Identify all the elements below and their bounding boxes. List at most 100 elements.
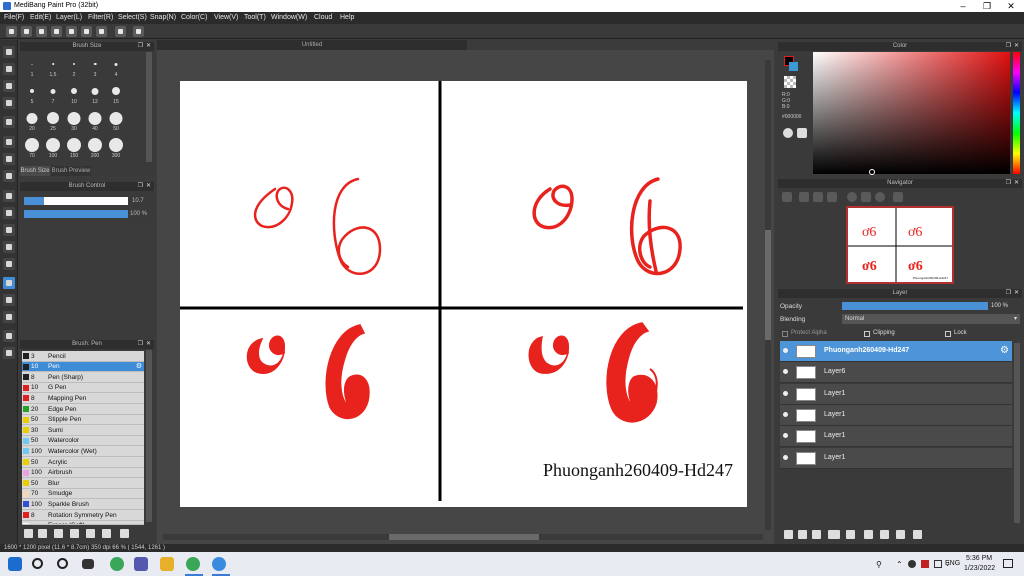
redo-icon[interactable] — [133, 26, 144, 37]
merge-layer-icon[interactable] — [880, 530, 889, 539]
open-icon[interactable] — [51, 26, 62, 37]
tray-app-icon-2[interactable] — [921, 560, 929, 568]
reset-view-icon[interactable] — [893, 192, 903, 202]
eye-icon[interactable] — [783, 411, 788, 417]
brush-size-option[interactable]: 20 — [22, 108, 42, 134]
eye-icon[interactable] — [783, 433, 788, 439]
cortana-icon[interactable] — [57, 558, 68, 569]
operation-tool-icon[interactable] — [3, 294, 15, 306]
brush-list-item[interactable]: 50 Watercolor — [22, 435, 144, 447]
menu-tool[interactable]: Tool(T) — [244, 14, 266, 21]
brush-size-option[interactable]: 10 — [64, 81, 84, 107]
delete-layer-icon[interactable] — [913, 530, 922, 539]
minimize-button[interactable]: – — [952, 0, 974, 12]
copy-brush-icon[interactable] — [38, 529, 47, 538]
undock-icon[interactable]: ❐ — [138, 182, 143, 191]
pen-tool-icon[interactable] — [3, 330, 15, 342]
brush-size-option[interactable]: 3 — [85, 54, 105, 80]
zoom-in-alt-icon[interactable] — [799, 192, 809, 202]
settings-icon[interactable] — [96, 26, 107, 37]
teams-icon[interactable] — [134, 557, 148, 571]
rotate-right-icon[interactable] — [875, 192, 885, 202]
brush-list-item[interactable]: 8 Rotation Symmetry Pen — [22, 510, 144, 521]
menu-cloud[interactable]: Cloud — [314, 14, 332, 21]
hue-slider[interactable] — [1013, 52, 1020, 174]
secondary-color-swatch[interactable] — [789, 62, 798, 71]
move-tool-icon[interactable] — [3, 116, 15, 128]
menu-color[interactable]: Color(C) — [181, 14, 207, 21]
brush-list-item[interactable]: 8 Mapping Pen — [22, 393, 144, 404]
new-1bit-layer-icon[interactable] — [812, 530, 821, 539]
brush-list-item[interactable]: 50 Stipple Pen — [22, 414, 144, 426]
brush-list-item[interactable]: 100 Sparkle Brush — [22, 499, 144, 510]
brush-settings-gear-icon[interactable]: ⚙ — [136, 362, 142, 370]
layer-row[interactable]: Layer1 — [780, 404, 1012, 426]
eye-icon[interactable] — [783, 390, 788, 396]
zoom-out-icon[interactable] — [827, 192, 837, 202]
tray-app-icon[interactable] — [908, 560, 916, 568]
select-pen-tool-icon[interactable] — [3, 241, 15, 253]
brush-list-scrollbar[interactable] — [146, 350, 152, 522]
brush-tool-icon[interactable] — [3, 46, 15, 58]
menu-snap[interactable]: Snap(N) — [150, 14, 176, 21]
brush-size-slider[interactable] — [24, 197, 128, 205]
chrome-icon[interactable] — [186, 557, 200, 571]
eye-icon[interactable] — [783, 369, 788, 375]
clock-date[interactable]: 1/23/2022 — [964, 565, 995, 572]
browser-icon[interactable] — [110, 557, 124, 571]
brush-list-item[interactable]: 50 Blur — [22, 478, 144, 489]
undo-icon[interactable] — [115, 26, 126, 37]
add-brush-icon[interactable] — [24, 529, 33, 538]
eyedropper-tool-icon[interactable] — [3, 311, 15, 323]
eraser-tool-icon[interactable] — [3, 63, 15, 75]
brush-list-item[interactable]: 30 Sumi — [22, 425, 144, 436]
bucket-tool-icon[interactable] — [3, 153, 15, 165]
clock-time[interactable]: 5:36 PM — [966, 555, 992, 562]
layer-row[interactable]: Layer6 — [780, 362, 1012, 384]
save-icon[interactable] — [66, 26, 77, 37]
brush-list-item[interactable]: 3 Pencil — [22, 351, 144, 362]
select-eraser-tool-icon[interactable] — [3, 258, 15, 270]
brush-list-item[interactable]: 8 Pen (Sharp) — [22, 372, 144, 383]
layer-opacity-slider[interactable] — [842, 302, 988, 310]
brush-list-item[interactable]: 70 Smudge — [22, 488, 144, 500]
undock-icon[interactable]: ❐ — [1006, 42, 1011, 51]
new-halftone-layer-icon[interactable] — [798, 530, 807, 539]
select-tool-icon[interactable] — [3, 190, 15, 202]
rotate-left-icon[interactable] — [847, 192, 857, 202]
brush-size-option[interactable]: 5 — [22, 81, 42, 107]
tab-brush-preview[interactable]: Brush Preview — [51, 166, 91, 176]
brush-list-item[interactable]: 10 G Pen — [22, 382, 144, 394]
color-picker-handle[interactable] — [869, 169, 875, 175]
layer-row[interactable]: Layer1 — [780, 447, 1012, 469]
clipping-checkbox[interactable] — [864, 331, 870, 337]
line-tool-icon[interactable] — [3, 97, 15, 109]
navigator-thumbnail[interactable]: ơ6 ơ6 ơ6 ơ6 Phuonganh260409-Hd247 — [846, 206, 954, 284]
tab-brush-size[interactable]: Brush Size — [20, 166, 50, 176]
file-explorer-icon[interactable] — [160, 557, 174, 571]
folder-icon[interactable] — [86, 529, 95, 538]
brush-size-option[interactable]: 25 — [43, 108, 63, 134]
close-panel-icon[interactable]: ✕ — [146, 340, 151, 349]
undock-icon[interactable]: ❐ — [1006, 179, 1011, 188]
layer-options-icon[interactable] — [896, 530, 905, 539]
color-saturation-field[interactable] — [813, 52, 1010, 175]
close-panel-icon[interactable]: ✕ — [1014, 42, 1019, 51]
brush-size-option[interactable]: 1 — [22, 54, 42, 80]
horizontal-scroll-thumb[interactable] — [389, 534, 539, 540]
task-view-icon[interactable] — [82, 559, 94, 569]
document-tab[interactable]: Untitled — [157, 40, 467, 50]
brush-size-option[interactable]: 2 — [64, 54, 84, 80]
color-settings-icon[interactable] — [797, 128, 807, 138]
menu-edit[interactable]: Edit(E) — [30, 14, 51, 21]
close-panel-icon[interactable]: ✕ — [1014, 179, 1019, 188]
gradient-tool-icon[interactable] — [3, 170, 15, 182]
protect-alpha-checkbox[interactable] — [782, 331, 788, 337]
blending-select[interactable]: Normal ▾ — [842, 314, 1020, 324]
brush-size-option[interactable]: 70 — [22, 135, 42, 161]
menu-file[interactable]: File(F) — [4, 14, 24, 21]
lock-checkbox[interactable] — [945, 331, 951, 337]
text-tool-icon[interactable] — [3, 277, 15, 289]
notifications-icon[interactable] — [1003, 559, 1013, 568]
undock-icon[interactable]: ❐ — [1006, 289, 1011, 298]
